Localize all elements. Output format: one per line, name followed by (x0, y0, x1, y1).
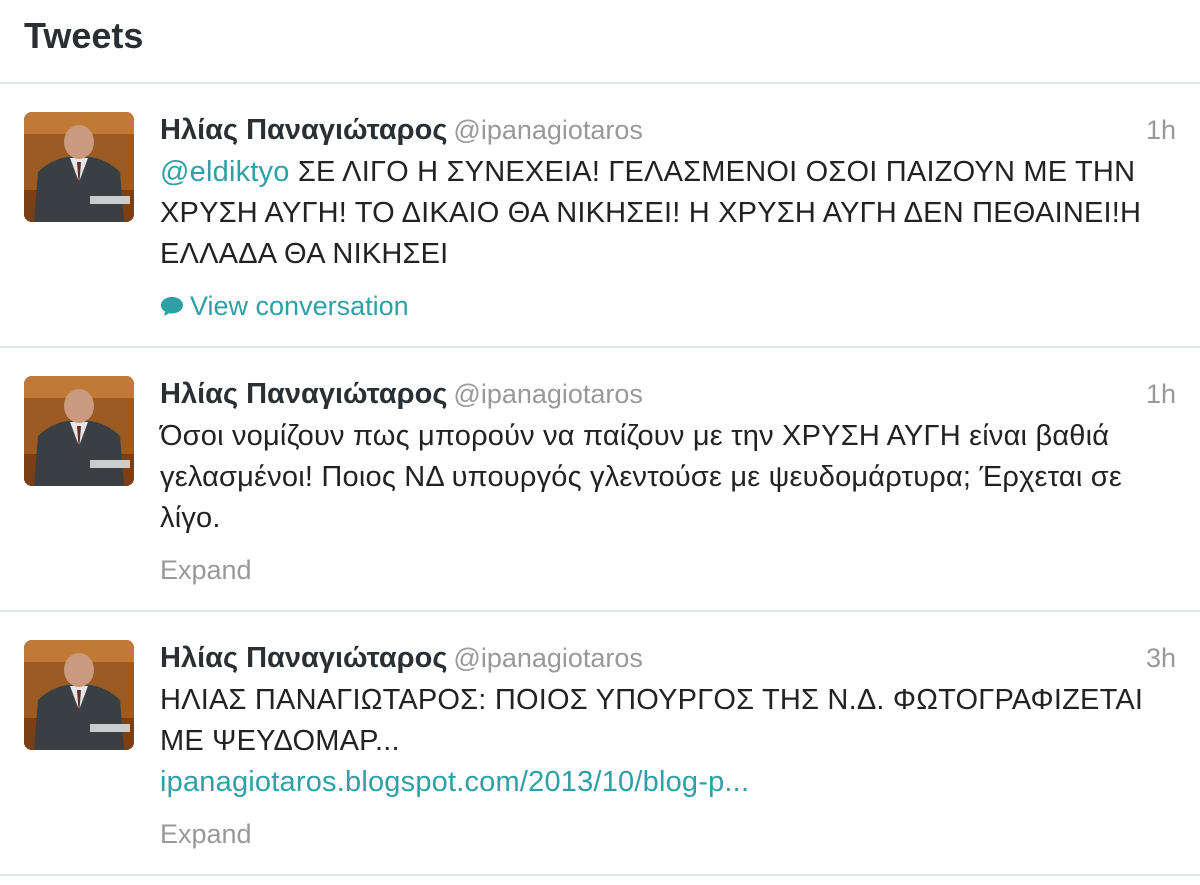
timeline-header: Tweets (0, 0, 1200, 84)
timeline-title: Tweets (24, 15, 144, 56)
tweet-timestamp[interactable]: 1h (1146, 110, 1176, 150)
expand-link[interactable]: Expand (160, 817, 252, 851)
tweet-url-link[interactable]: ipanagiotaros.blogspot.com/2013/10/blog-… (160, 766, 749, 798)
avatar-photo (24, 376, 134, 486)
tweet-item[interactable]: Ηλίας Παναγιώταρος @ipanagiotaros 1h @eld… (0, 84, 1200, 348)
tweet-fullname[interactable]: Ηλίας Παναγιώταρος (160, 642, 447, 674)
tweet-timestamp[interactable]: 1h (1146, 374, 1176, 414)
tweet-item[interactable]: Ηλίας Παναγιώταρος @ipanagiotaros 3h ΗΛΙΑ… (0, 612, 1200, 876)
tweet-username[interactable]: @ipanagiotaros (453, 379, 643, 409)
tweet-fullname[interactable]: Ηλίας Παναγιώταρος (160, 114, 447, 146)
avatar[interactable] (24, 640, 134, 750)
view-conversation-link[interactable]: View conversation (160, 289, 409, 323)
tweet-fullname[interactable]: Ηλίας Παναγιώταρος (160, 378, 447, 410)
avatar[interactable] (24, 376, 134, 486)
expand-link[interactable]: Expand (160, 553, 252, 587)
tweet-text: Όσοι νομίζουν πως μπορούν να παίζουν με … (160, 420, 1122, 534)
tweet-body: ΣΕ ΛΙΓΟ Η ΣΥΝΕΧΕΙΑ! ΓΕΛΑΣΜΕΝΟΙ ΟΣΟΙ ΠΑΙΖ… (160, 156, 1142, 270)
tweet-body: ΗΛΙΑΣ ΠΑΝΑΓΙΩΤΑΡΟΣ: ΠΟΙΟΣ ΥΠΟΥΡΓΟΣ ΤΗΣ Ν… (160, 684, 1144, 757)
avatar-photo (24, 640, 134, 750)
tweet-username[interactable]: @ipanagiotaros (453, 115, 643, 145)
tweet-timestamp[interactable]: 3h (1146, 638, 1176, 678)
tweets-timeline: Tweets Ηλίας Παναγιώταρος @ipanagiotaros … (0, 0, 1200, 885)
tweet-mention[interactable]: @eldiktyo (160, 156, 290, 188)
tweet-text: ΗΛΙΑΣ ΠΑΝΑΓΙΩΤΑΡΟΣ: ΠΟΙΟΣ ΥΠΟΥΡΓΟΣ ΤΗΣ Ν… (160, 680, 1176, 803)
tweet-item[interactable]: Ηλίας Παναγιώταρος @ipanagiotaros 1h Όσοι… (0, 348, 1200, 612)
tweet-text: @eldiktyo ΣΕ ΛΙΓΟ Η ΣΥΝΕΧΕΙΑ! ΓΕΛΑΣΜΕΝΟΙ… (160, 152, 1176, 275)
tweet-username[interactable]: @ipanagiotaros (453, 643, 643, 673)
view-conversation-label: View conversation (190, 291, 409, 321)
avatar-photo (24, 112, 134, 222)
avatar[interactable] (24, 112, 134, 222)
speech-bubble-icon (161, 297, 183, 316)
